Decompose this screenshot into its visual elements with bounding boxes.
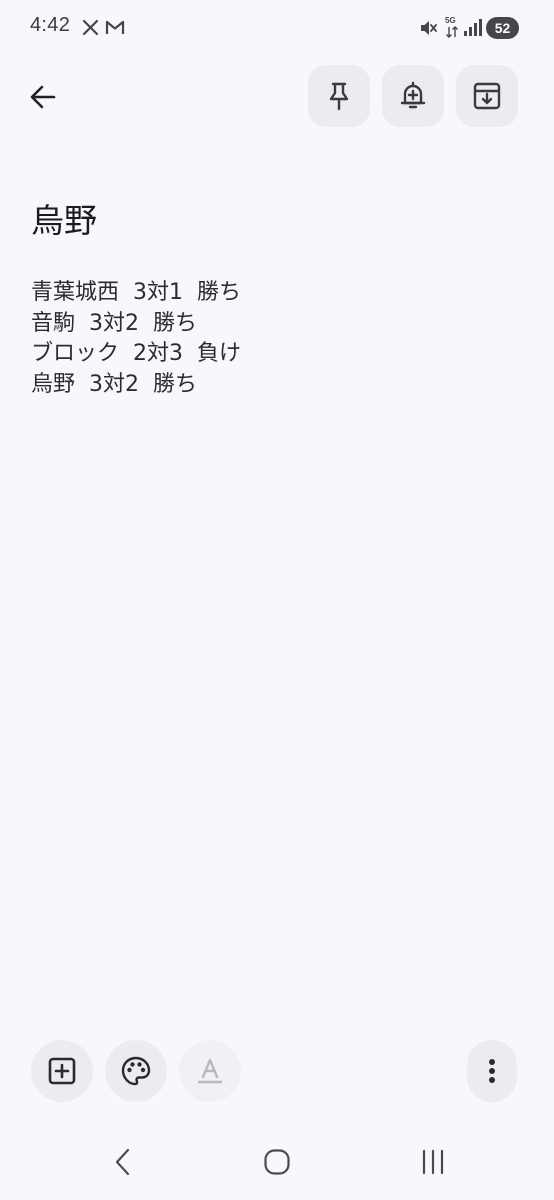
system-home-button[interactable]	[253, 1140, 301, 1184]
status-time: 4:42	[30, 14, 71, 36]
recents-icon	[422, 1149, 444, 1175]
color-palette-button[interactable]	[105, 1040, 167, 1102]
network-type-label: 5G	[445, 16, 456, 25]
x-icon	[83, 20, 98, 35]
reminder-button[interactable]	[382, 65, 444, 127]
note-line: 音駒 3対2 勝ち	[31, 310, 197, 336]
archive-button[interactable]	[456, 65, 518, 127]
bell-plus-icon	[400, 81, 426, 109]
battery-indicator: 52	[486, 17, 519, 39]
back-button[interactable]	[20, 74, 66, 120]
pin-icon	[329, 82, 349, 111]
palette-icon	[121, 1056, 151, 1086]
arrow-left-icon	[30, 85, 56, 109]
status-bar: 4:42 5G 52	[0, 0, 554, 56]
add-box-icon	[48, 1057, 76, 1085]
pin-button[interactable]	[308, 65, 370, 127]
5g-icon	[446, 26, 458, 38]
text-format-icon	[197, 1058, 223, 1084]
more-vert-icon	[489, 1059, 495, 1083]
gmail-icon	[105, 20, 125, 34]
note-line: ブロック 2対3 負け	[31, 341, 241, 366]
more-options-button[interactable]	[467, 1040, 517, 1102]
signal-icon	[464, 19, 482, 36]
chevron-left-icon	[115, 1148, 130, 1176]
note-body[interactable]: 青葉城西 3対1 勝ち 音駒 3対2 勝ち ブロック 2対3 負け 烏野 3対2…	[31, 278, 241, 400]
note-title[interactable]: 烏野	[31, 194, 97, 242]
system-recents-button[interactable]	[409, 1140, 457, 1184]
home-icon	[264, 1149, 290, 1175]
mute-icon	[421, 21, 437, 35]
note-line: 烏野 3対2 勝ち	[31, 371, 197, 397]
add-content-button[interactable]	[31, 1040, 93, 1102]
system-back-button[interactable]	[99, 1140, 147, 1184]
note-line: 青葉城西 3対1 勝ち	[31, 280, 241, 305]
archive-icon	[473, 82, 501, 110]
text-format-button[interactable]	[179, 1040, 241, 1102]
